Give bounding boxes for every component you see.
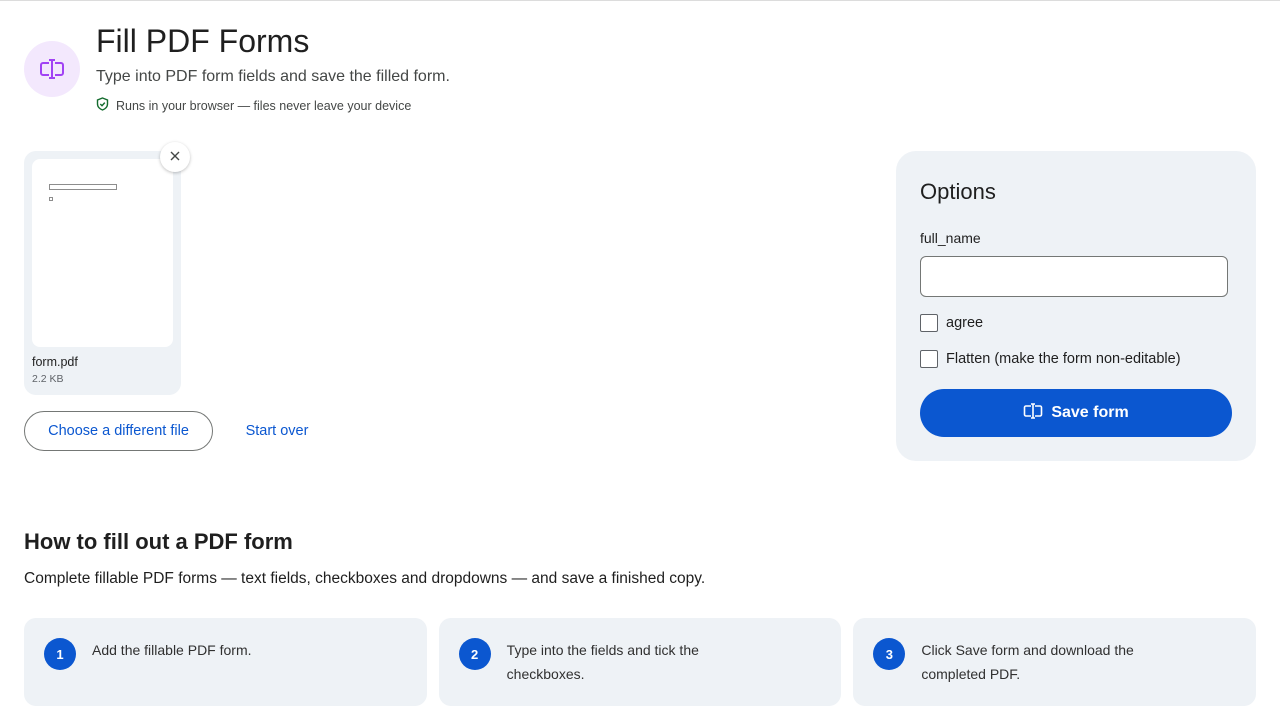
- step-card: 1 Add the fillable PDF form.: [24, 618, 427, 706]
- thumbnail-text-field: [49, 184, 117, 190]
- step-text: Type into the fields and tick the checkb…: [506, 642, 699, 682]
- start-over-button[interactable]: Start over: [230, 411, 324, 451]
- step-card: 3 Click Save form and download the compl…: [853, 618, 1257, 706]
- text-cursor-icon: [1023, 402, 1043, 424]
- thumbnail-checkbox: [49, 197, 53, 201]
- close-icon: [170, 148, 180, 166]
- steps-list: 1 Add the fillable PDF form. 2 Type into…: [24, 618, 1257, 706]
- step-number: 3: [873, 638, 906, 670]
- step-number: 1: [44, 638, 76, 670]
- agree-label: agree: [946, 315, 984, 331]
- shield-check-icon: [96, 97, 109, 114]
- flatten-checkbox[interactable]: [920, 350, 938, 368]
- page-title: Fill PDF Forms: [96, 23, 310, 59]
- options-title: Options: [920, 179, 996, 204]
- step-card: 2 Type into the fields and tick the chec…: [438, 618, 842, 706]
- save-form-button[interactable]: Save form: [920, 389, 1232, 437]
- step-text: Add the fillable PDF form.: [92, 642, 252, 658]
- remove-file-button[interactable]: [160, 142, 190, 172]
- file-name: form.pdf: [32, 355, 78, 369]
- choose-different-file-button[interactable]: Choose a different file: [24, 411, 213, 451]
- options-panel: Options full_name agree Flatten (make th…: [896, 151, 1256, 461]
- full-name-label: full_name: [920, 230, 981, 246]
- save-form-label: Save form: [1051, 404, 1129, 421]
- flatten-label: Flatten (make the form non-editable): [946, 351, 1181, 367]
- privacy-note: Runs in your browser — files never leave…: [96, 97, 411, 114]
- step-text: Click Save form and download the complet…: [921, 642, 1134, 682]
- file-size: 2.2 KB: [32, 373, 64, 385]
- full-name-input[interactable]: [920, 256, 1228, 297]
- howto-description: Complete fillable PDF forms — text field…: [24, 570, 706, 587]
- flatten-row[interactable]: Flatten (make the form non-editable): [920, 350, 1181, 368]
- privacy-text: Runs in your browser — files never leave…: [116, 98, 412, 113]
- pdf-thumbnail: [32, 159, 173, 347]
- page-header: Fill PDF Forms Type into PDF form fields…: [24, 23, 724, 123]
- agree-checkbox[interactable]: [920, 314, 938, 332]
- text-cursor-icon: [24, 41, 80, 97]
- file-card[interactable]: form.pdf 2.2 KB: [24, 151, 181, 395]
- step-number: 2: [458, 638, 491, 670]
- page-subtitle: Type into PDF form fields and save the f…: [96, 68, 450, 85]
- agree-row[interactable]: agree: [920, 314, 983, 332]
- howto-title: How to fill out a PDF form: [24, 529, 293, 554]
